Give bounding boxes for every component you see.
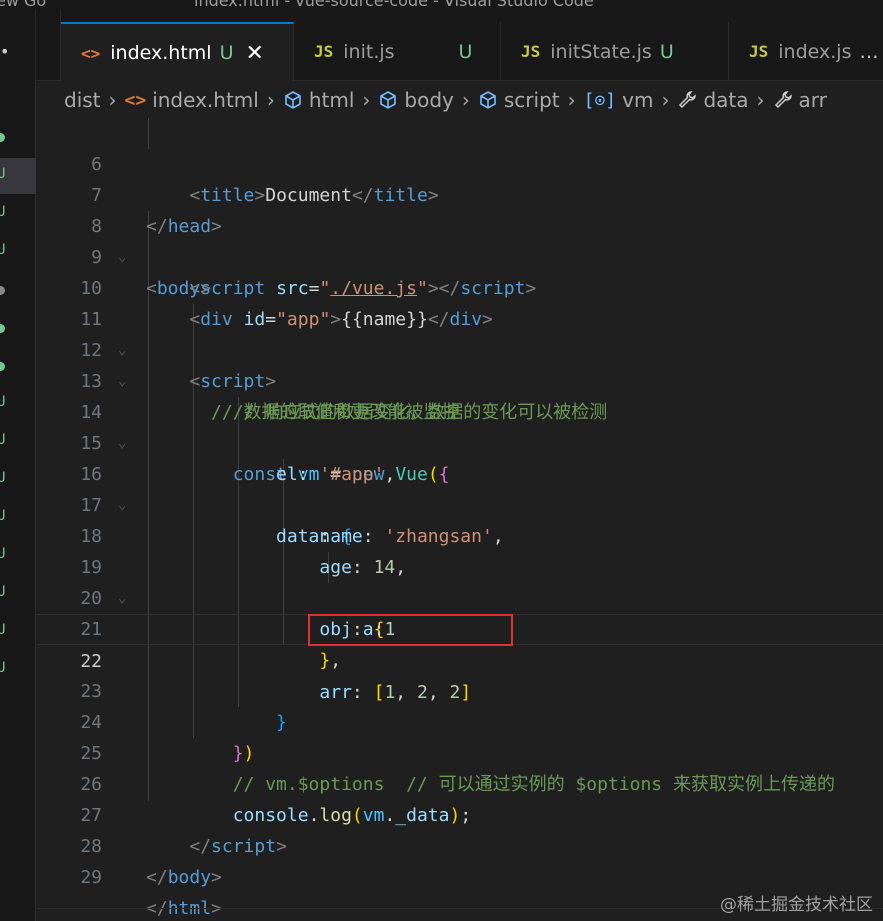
window-title: index.html - vue-source-code - Visual St… — [194, 0, 594, 10]
breadcrumb-item-arr[interactable]: arr — [773, 88, 827, 112]
untracked-badge: U — [0, 166, 6, 182]
breadcrumb-item-html[interactable]: html — [283, 88, 355, 112]
chevron-right-icon: › — [461, 88, 470, 112]
tab-label: initState.js — [550, 40, 652, 63]
code-line[interactable]: 18 age: 14, — [36, 490, 883, 578]
chevron-right-icon: › — [362, 88, 371, 112]
line-content: </body> — [146, 867, 222, 888]
code-line[interactable]: 23 } — [36, 645, 883, 733]
breadcrumb-label: html — [308, 88, 355, 112]
explorer-strip: • U U U U U U U U U U U — [0, 10, 36, 921]
breadcrumb-label: vm — [622, 88, 654, 112]
code-line[interactable]: 16 ⌄ data: { — [36, 428, 883, 547]
untracked-badge: U — [219, 42, 234, 64]
code-line[interactable]: 10 <div id="app">{{name}}</div> — [36, 242, 883, 330]
cube-icon — [480, 91, 496, 109]
breadcrumb-label: body — [404, 88, 454, 112]
code-line[interactable]: 15 el: '#app', — [36, 397, 883, 485]
breadcrumb-label: dist — [64, 88, 101, 112]
breadcrumb-item-index-html[interactable]: <> index.html — [125, 88, 259, 112]
breadcrumb-item-script[interactable]: script — [478, 88, 560, 112]
code-line[interactable]: 19 ⌄ obj: { — [36, 521, 883, 640]
code-line[interactable]: 26 console.log(vm._data); — [36, 738, 883, 826]
breadcrumb-item-data[interactable]: data — [677, 88, 749, 112]
chevron-right-icon: › — [108, 88, 117, 112]
code-line[interactable]: 12 ⌄ // 响应式的数据变化，数据的变化可以被检测 — [36, 304, 883, 423]
code-line[interactable]: 8 ⌄ <body> — [36, 180, 883, 299]
line-number: 29 — [80, 867, 102, 888]
status-dot-icon — [0, 133, 5, 142]
chevron-right-icon: › — [266, 88, 275, 112]
chevron-right-icon: › — [567, 88, 576, 112]
status-dot-icon — [0, 362, 5, 371]
untracked-badge: U — [458, 40, 473, 63]
code-line[interactable]: 25 // vm.$options // 可以通过实例的 $options 来获… — [36, 707, 883, 795]
chevron-right-icon: › — [661, 88, 670, 112]
code-line[interactable]: 21 }, — [36, 583, 883, 671]
watermark: @稀土掘金技术社区 — [720, 895, 873, 915]
untracked-badge: U — [0, 432, 6, 448]
close-icon[interactable]: ✕ — [246, 41, 264, 66]
title-bar: ew Go index.html - vue-source-code - Vis… — [0, 0, 883, 10]
breadcrumb-label: index.html — [152, 88, 259, 112]
status-dot-icon — [0, 324, 5, 333]
status-dot-icon — [0, 286, 5, 295]
cube-icon — [380, 91, 397, 109]
breadcrumb-item-body[interactable]: body — [378, 88, 454, 112]
chevron-right-icon: › — [756, 88, 765, 112]
code-line[interactable]: 17 name: 'zhangsan', — [36, 459, 883, 547]
code-line[interactable]: 27 </script> — [36, 769, 883, 857]
breadcrumb-label: script — [503, 88, 560, 112]
code-line[interactable]: 6 <title>Document</title> — [36, 118, 883, 206]
html-file-icon: <> — [81, 43, 101, 63]
wrench-icon — [774, 91, 792, 109]
untracked-badge: U — [0, 546, 6, 562]
untracked-badge: U — [659, 40, 674, 63]
code-line[interactable]: 9 <script src="./vue.js"></script> — [36, 211, 883, 299]
menu-fragment[interactable]: ew Go — [0, 0, 46, 10]
breadcrumb-item-vm[interactable]: [⊙] vm — [584, 88, 654, 112]
untracked-badge: U — [0, 242, 6, 258]
breadcrumb: dist › <> index.html › html › body › scr… — [36, 82, 883, 118]
tab-label: init.js — [343, 40, 395, 63]
variable-icon: [⊙] — [583, 89, 617, 111]
code-line[interactable]: 11 ⌄ <script> — [36, 273, 883, 392]
js-file-icon: JS — [749, 42, 769, 61]
highlight-box — [308, 614, 513, 646]
tab-index-js[interactable]: JS index.js … — [729, 22, 883, 81]
untracked-badge: U — [0, 584, 6, 600]
tab-label: index.html — [110, 42, 212, 64]
code-line[interactable]: 29 </html> — [36, 831, 883, 919]
tab-initstate-js[interactable]: JS initState.js U — [501, 22, 729, 81]
more-actions-icon[interactable]: • — [0, 42, 9, 61]
code-line[interactable]: 24 }) — [36, 676, 883, 764]
tab-overflow: … — [859, 40, 879, 63]
breadcrumb-label: arr — [798, 88, 827, 112]
untracked-badge: U — [0, 622, 6, 638]
untracked-badge: U — [0, 660, 6, 676]
untracked-badge: U — [0, 470, 6, 486]
untracked-badge: U — [0, 204, 6, 220]
wrench-icon — [679, 91, 697, 109]
js-file-icon: JS — [314, 42, 334, 61]
tab-label: index.js — [778, 40, 852, 63]
untracked-badge: U — [0, 394, 6, 410]
code-editor[interactable]: 6 <title>Document</title> 7 </head> 8 ⌄ … — [36, 118, 883, 919]
code-line[interactable]: 13 // 数据的取值和更改能被监控 — [36, 335, 883, 423]
code-line[interactable]: 28 </body> — [36, 800, 883, 888]
code-line[interactable]: 7 </head> — [36, 149, 883, 237]
cube-icon — [285, 91, 301, 109]
code-line[interactable]: 20 a:1 — [36, 552, 883, 640]
breadcrumb-item-dist[interactable]: dist — [64, 88, 101, 112]
line-content: </html> — [146, 898, 222, 919]
js-file-icon: JS — [521, 42, 541, 61]
breadcrumb-label: data — [703, 88, 749, 112]
untracked-badge: U — [0, 508, 6, 524]
tab-init-js[interactable]: JS init.js U — [294, 22, 501, 81]
tab-index-html[interactable]: <> index.html U ✕ — [61, 22, 294, 82]
html-file-icon: <> — [124, 89, 147, 111]
editor-tabs: <> index.html U ✕ JS init.js U JS initSt… — [36, 10, 883, 82]
code-line[interactable]: 14 ⌄ const vm = new Vue({ — [36, 366, 883, 485]
